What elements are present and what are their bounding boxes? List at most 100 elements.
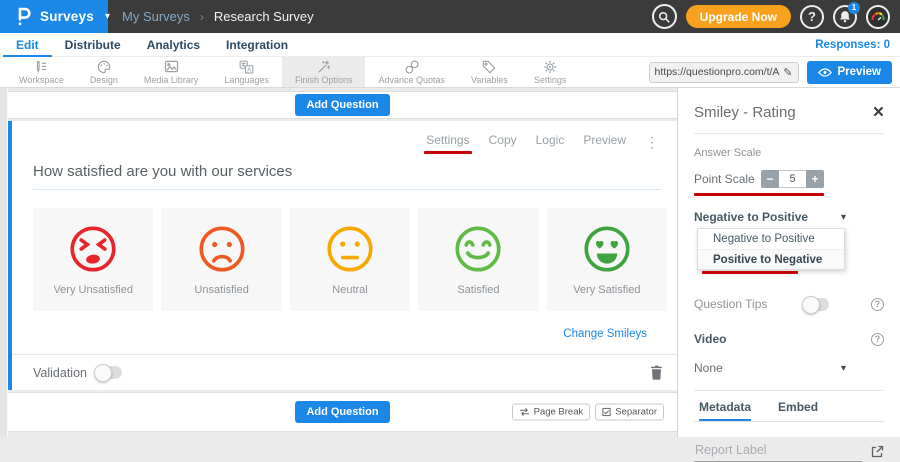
upgrade-now-button[interactable]: Upgrade Now bbox=[686, 5, 791, 28]
annotation-underline-point-scale bbox=[694, 193, 824, 196]
panel-divider bbox=[694, 133, 884, 134]
validation-toggle[interactable] bbox=[95, 366, 122, 379]
video-dropdown[interactable]: None ▾ bbox=[694, 361, 884, 375]
palette-icon bbox=[97, 60, 111, 74]
nav-tab-edit[interactable]: Edit bbox=[3, 33, 52, 57]
add-question-button-bottom[interactable]: Add Question bbox=[295, 401, 389, 423]
survey-nav: Edit Distribute Analytics Integration Re… bbox=[0, 33, 900, 57]
increase-scale-button[interactable]: + bbox=[806, 170, 824, 188]
video-row: Video ? bbox=[694, 332, 884, 346]
toolbar-item-languages[interactable]: A Languages bbox=[211, 57, 282, 87]
smiley-option-very-unsatisfied[interactable]: Very Unsatisfied bbox=[33, 208, 153, 311]
survey-url-input[interactable] bbox=[655, 66, 784, 78]
breadcrumb-current-survey: Research Survey bbox=[214, 9, 314, 24]
help-button[interactable]: ? bbox=[800, 5, 824, 29]
question-tab-logic[interactable]: Logic bbox=[536, 133, 565, 151]
nav-tab-integration[interactable]: Integration bbox=[213, 33, 301, 57]
toolbar-item-variables[interactable]: Variables bbox=[458, 57, 521, 87]
delete-question-button[interactable] bbox=[650, 365, 663, 380]
question-tab-copy[interactable]: Copy bbox=[489, 133, 517, 151]
question-mark-icon: ? bbox=[808, 9, 816, 24]
change-smileys-row: Change Smileys bbox=[12, 324, 647, 342]
add-question-top-strip: Add Question bbox=[8, 91, 677, 119]
separator-button[interactable]: Separator bbox=[595, 404, 664, 421]
validation-label: Validation bbox=[33, 366, 87, 380]
report-label-input[interactable] bbox=[694, 443, 862, 462]
question-tips-help-icon[interactable]: ? bbox=[871, 298, 884, 311]
toolbar-right: ✎ Preview bbox=[649, 57, 900, 87]
edit-url-icon[interactable]: ✎ bbox=[783, 66, 792, 79]
chain-link-icon bbox=[405, 60, 419, 74]
unsatisfied-smiley-icon bbox=[196, 223, 248, 275]
tab-embed[interactable]: Embed bbox=[778, 400, 818, 421]
chevron-down-icon: ▾ bbox=[105, 11, 110, 22]
responses-count[interactable]: Responses: 0 bbox=[815, 39, 890, 51]
menu-option-negative-to-positive[interactable]: Negative to Positive bbox=[698, 229, 844, 249]
image-icon bbox=[164, 60, 179, 74]
workspace-icon bbox=[34, 60, 48, 74]
breadcrumb-my-surveys[interactable]: My Surveys bbox=[122, 9, 190, 24]
external-link-icon bbox=[870, 445, 884, 459]
smiley-option-unsatisfied[interactable]: Unsatisfied bbox=[161, 208, 281, 311]
smiley-scale: Very Unsatisfied Unsatisfied bbox=[33, 208, 667, 311]
separator-checkbox-icon bbox=[602, 408, 611, 417]
notification-badge: 1 bbox=[848, 2, 860, 14]
gear-icon bbox=[543, 60, 557, 74]
toolbar-item-workspace[interactable]: Workspace bbox=[6, 57, 77, 87]
avatar[interactable] bbox=[866, 5, 890, 29]
toolbar-item-media-library[interactable]: Media Library bbox=[131, 57, 212, 87]
point-scale-value[interactable] bbox=[779, 170, 806, 188]
survey-editor-app: Surveys ▾ My Surveys › Research Survey U… bbox=[0, 0, 900, 437]
smiley-option-satisfied[interactable]: Satisfied bbox=[418, 208, 538, 311]
close-icon[interactable]: × bbox=[873, 106, 884, 120]
notifications-button[interactable]: 1 bbox=[833, 5, 857, 29]
decrease-scale-button[interactable]: − bbox=[761, 170, 779, 188]
nav-tab-distribute[interactable]: Distribute bbox=[52, 33, 134, 57]
scale-direction-dropdown[interactable]: Negative to Positive ▾ bbox=[694, 210, 884, 224]
svg-text:A: A bbox=[247, 67, 251, 73]
toolbar-item-advance-quotas[interactable]: Advance Quotas bbox=[365, 57, 458, 87]
page-break-button[interactable]: Page Break bbox=[512, 404, 591, 421]
question-tab-settings[interactable]: Settings bbox=[426, 133, 469, 151]
gauge-avatar-icon bbox=[870, 9, 886, 25]
survey-url-box: ✎ bbox=[649, 62, 799, 83]
answer-scale-label: Answer Scale bbox=[694, 147, 884, 159]
magic-wand-icon bbox=[317, 60, 331, 74]
preview-button[interactable]: Preview bbox=[807, 61, 892, 84]
smiley-option-very-satisfied[interactable]: Very Satisfied bbox=[547, 208, 667, 311]
smiley-option-neutral[interactable]: Neutral bbox=[290, 208, 410, 311]
toolbar-item-settings[interactable]: Settings bbox=[521, 57, 580, 87]
toolbar-item-finish-options[interactable]: Finish Options bbox=[282, 57, 366, 87]
tab-metadata[interactable]: Metadata bbox=[699, 400, 751, 421]
kebab-menu-icon[interactable]: ⋮ bbox=[645, 137, 659, 147]
scale-direction-value: Negative to Positive bbox=[694, 210, 808, 224]
question-tips-label: Question Tips bbox=[694, 297, 767, 311]
tag-icon bbox=[482, 60, 496, 74]
validation-row: Validation bbox=[12, 354, 677, 382]
video-dropdown-value: None bbox=[694, 361, 723, 375]
toolbar-item-design[interactable]: Design bbox=[77, 57, 131, 87]
annotation-underline-option bbox=[702, 271, 798, 274]
question-card: Settings Copy Logic Preview ⋮ How satisf… bbox=[8, 121, 677, 390]
search-button[interactable] bbox=[652, 4, 677, 29]
neutral-smiley-icon bbox=[324, 223, 376, 275]
nav-tab-analytics[interactable]: Analytics bbox=[134, 33, 213, 57]
add-question-button-top[interactable]: Add Question bbox=[295, 94, 389, 116]
topbar-actions: Upgrade Now ? 1 bbox=[652, 0, 900, 33]
page-break-icon bbox=[519, 408, 530, 417]
question-tab-preview[interactable]: Preview bbox=[583, 133, 626, 151]
top-bar: Surveys ▾ My Surveys › Research Survey U… bbox=[0, 0, 900, 33]
question-card-actions: Settings Copy Logic Preview ⋮ bbox=[12, 133, 677, 151]
main-content: Add Question Settings Copy Logic Preview… bbox=[0, 88, 900, 437]
expand-editor-button[interactable] bbox=[870, 445, 884, 459]
strip-chips: Page Break Separator bbox=[512, 404, 664, 421]
menu-option-positive-to-negative[interactable]: Positive to Negative bbox=[698, 249, 844, 269]
question-title[interactable]: How satisfied are you with our services bbox=[33, 163, 657, 180]
question-tips-toggle[interactable] bbox=[803, 298, 829, 311]
product-name: Surveys bbox=[40, 9, 94, 24]
question-title-underline bbox=[33, 189, 661, 190]
video-help-icon[interactable]: ? bbox=[871, 333, 884, 346]
change-smileys-link[interactable]: Change Smileys bbox=[563, 328, 647, 340]
product-menu[interactable]: Surveys ▾ bbox=[0, 0, 108, 33]
question-tips-row: Question Tips ? bbox=[694, 297, 884, 311]
